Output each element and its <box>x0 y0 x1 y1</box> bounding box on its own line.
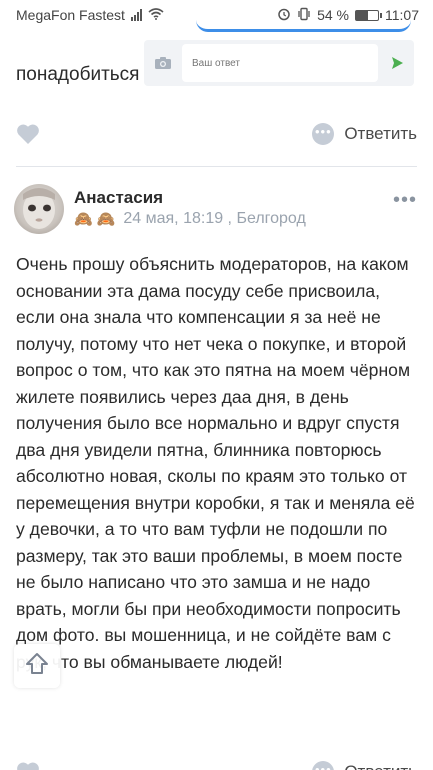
post-body: Очень прошу объяснить модераторов, на ка… <box>16 254 415 672</box>
heart-icon[interactable] <box>16 761 40 770</box>
reply-button-label: Ответить <box>344 762 417 770</box>
divider <box>16 166 417 167</box>
avatar[interactable] <box>14 184 64 234</box>
comment-bubble-icon: ••• <box>312 761 335 770</box>
screen: MegaFon Fastest 54 % 11:07 понадобиться <box>0 0 433 770</box>
reply-input[interactable] <box>182 44 378 82</box>
comment-bubble-icon: ••• <box>312 123 335 145</box>
previous-comment-actions: ••• Ответить <box>0 116 433 152</box>
author-name[interactable]: Анастасия <box>74 188 163 208</box>
arrow-up-icon <box>24 651 50 682</box>
wifi-icon <box>148 7 164 23</box>
heart-icon[interactable] <box>16 123 40 145</box>
send-icon[interactable] <box>388 54 406 72</box>
carrier-name: MegaFon Fastest <box>16 7 125 23</box>
accent-strip <box>196 14 411 32</box>
badge-icon: 🙈 <box>96 211 116 228</box>
scroll-to-top-button[interactable] <box>14 644 60 688</box>
more-options-icon[interactable]: ••• <box>393 190 417 210</box>
reply-button[interactable]: ••• Ответить <box>312 123 417 145</box>
post-meta: 🙈 🙈 24 мая, 18:19 , Белгород <box>74 210 306 228</box>
reply-form <box>144 40 414 86</box>
reply-button[interactable]: ••• Ответить <box>312 761 417 770</box>
camera-icon[interactable] <box>154 56 172 70</box>
badge-icon: 🙈 <box>74 211 93 228</box>
reply-button-label: Ответить <box>344 124 417 143</box>
status-left: MegaFon Fastest <box>16 7 164 23</box>
post-actions: ••• Ответить <box>0 754 433 770</box>
previous-comment-tail: понадобиться <box>16 64 140 85</box>
signal-icon <box>130 9 142 21</box>
post-date: 24 мая, 18:19 , Белгород <box>123 210 306 227</box>
